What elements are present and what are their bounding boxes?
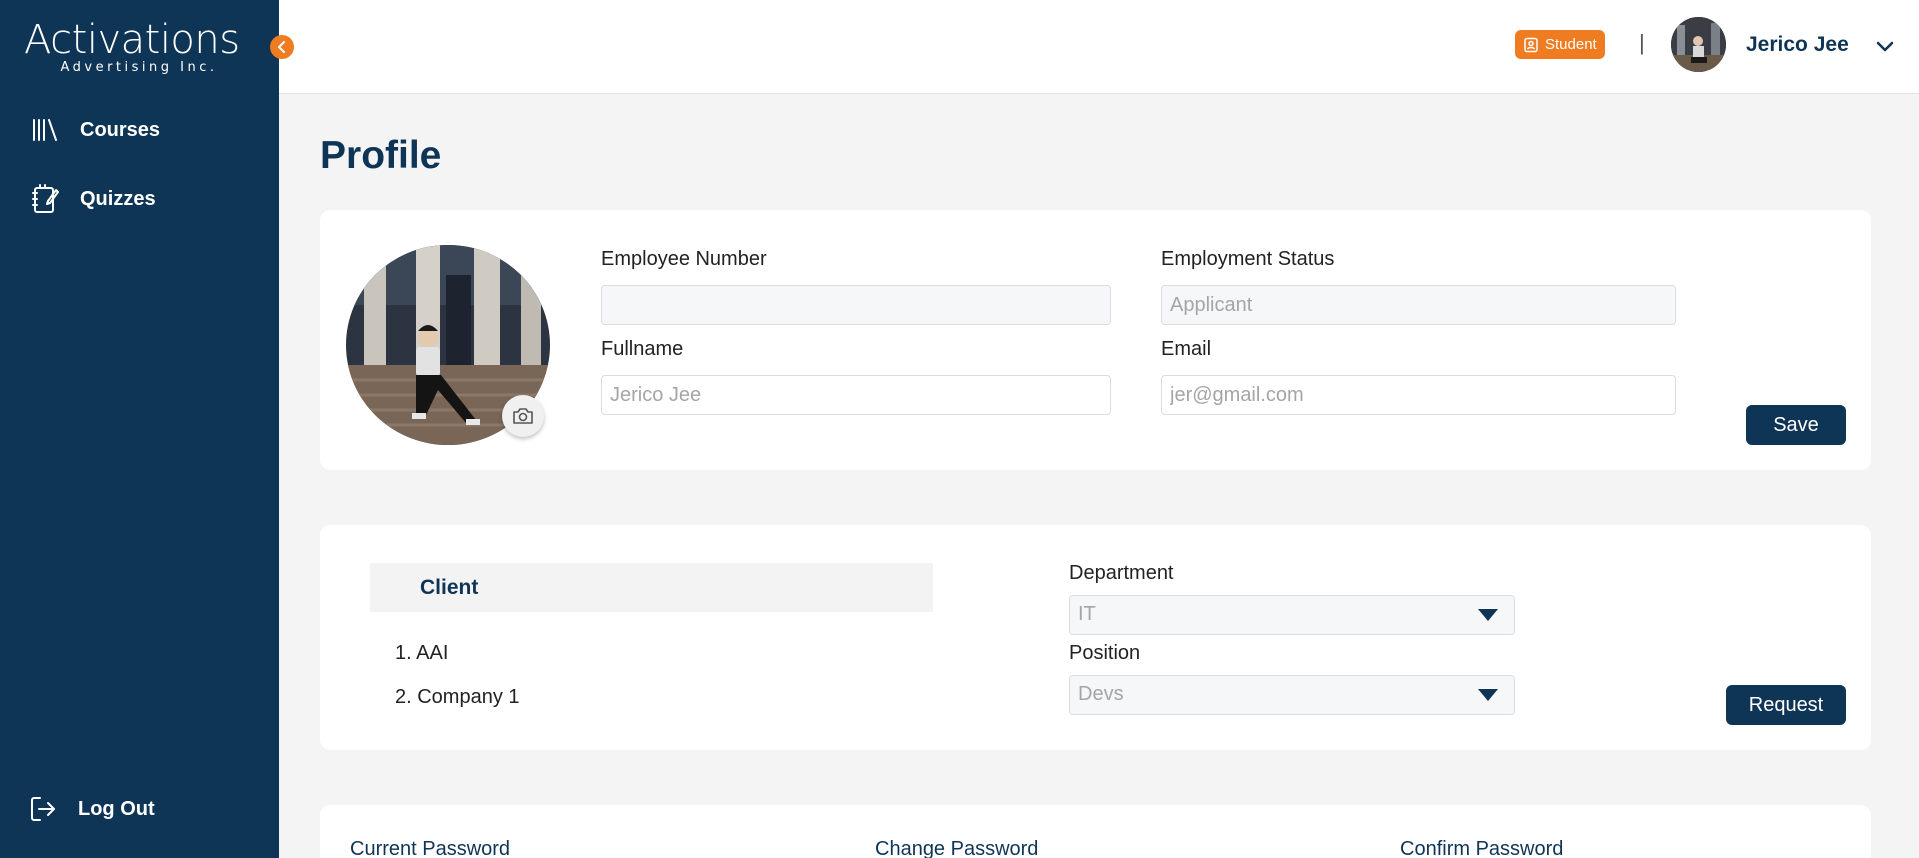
employment-status-field[interactable] [1161, 285, 1676, 325]
position-label: Position [1069, 642, 1141, 664]
header-username: Jerico Jee [1746, 33, 1849, 56]
current-password-label: Current Password [350, 838, 511, 858]
employee-number-field[interactable] [601, 285, 1111, 325]
chevron-left-icon [278, 41, 285, 53]
logout-label: Log Out [78, 797, 155, 820]
sidebar: Activations Advertising Inc. Courses Qui… [0, 0, 279, 858]
client-header: Client [370, 563, 933, 612]
notebook-edit-icon [30, 184, 60, 214]
employment-status-label: Employment Status [1161, 248, 1335, 270]
user-avatar[interactable] [1671, 17, 1726, 72]
id-badge-icon [1524, 37, 1538, 52]
fullname-label: Fullname [601, 338, 684, 360]
request-button[interactable]: Request [1726, 685, 1846, 725]
sidebar-item-courses[interactable]: Courses [30, 115, 160, 145]
change-photo-button[interactable] [502, 395, 544, 437]
dropdown-caret-icon [1478, 609, 1498, 621]
password-card: Current Password Change Password Confirm… [320, 805, 1871, 858]
position-selected-value: Devs [1078, 683, 1124, 705]
position-select[interactable]: Devs [1069, 675, 1515, 715]
header-separator: | [1639, 30, 1645, 55]
confirm-password-label: Confirm Password [1400, 838, 1564, 858]
profile-card: Employee Number Employment Status Fullna… [320, 210, 1871, 470]
client-list-item: 1. AAI [395, 642, 449, 664]
sidebar-item-label: Courses [80, 118, 161, 141]
role-badge-label: Student [1545, 36, 1597, 53]
sidebar-item-quizzes[interactable]: Quizzes [30, 184, 156, 214]
company-logo: Activations Advertising Inc. [24, 18, 264, 78]
library-icon [30, 115, 60, 145]
employee-number-label: Employee Number [601, 248, 767, 270]
logo-main-text: Activations [24, 17, 240, 63]
email-field[interactable] [1161, 375, 1676, 415]
sidebar-collapse-button[interactable] [270, 35, 294, 59]
fullname-field[interactable] [601, 375, 1111, 415]
logout-icon [28, 794, 58, 824]
dropdown-caret-icon [1478, 689, 1498, 701]
email-label: Email [1161, 338, 1212, 360]
top-bar: Student | Jerico Jee [279, 0, 1919, 94]
logout-button[interactable]: Log Out [28, 794, 155, 824]
assignment-card: Client 1. AAI 2. Company 1 Department IT… [320, 525, 1871, 750]
chevron-down-icon[interactable] [1873, 34, 1897, 58]
save-button[interactable]: Save [1746, 405, 1846, 445]
camera-icon [513, 408, 533, 424]
department-label: Department [1069, 562, 1174, 584]
page-title: Profile [320, 134, 442, 177]
client-list-item: 2. Company 1 [395, 686, 520, 708]
department-select[interactable]: IT [1069, 595, 1515, 635]
department-selected-value: IT [1078, 603, 1096, 625]
role-badge: Student [1515, 30, 1605, 59]
change-password-label: Change Password [875, 838, 1039, 858]
sidebar-item-label: Quizzes [80, 187, 156, 210]
